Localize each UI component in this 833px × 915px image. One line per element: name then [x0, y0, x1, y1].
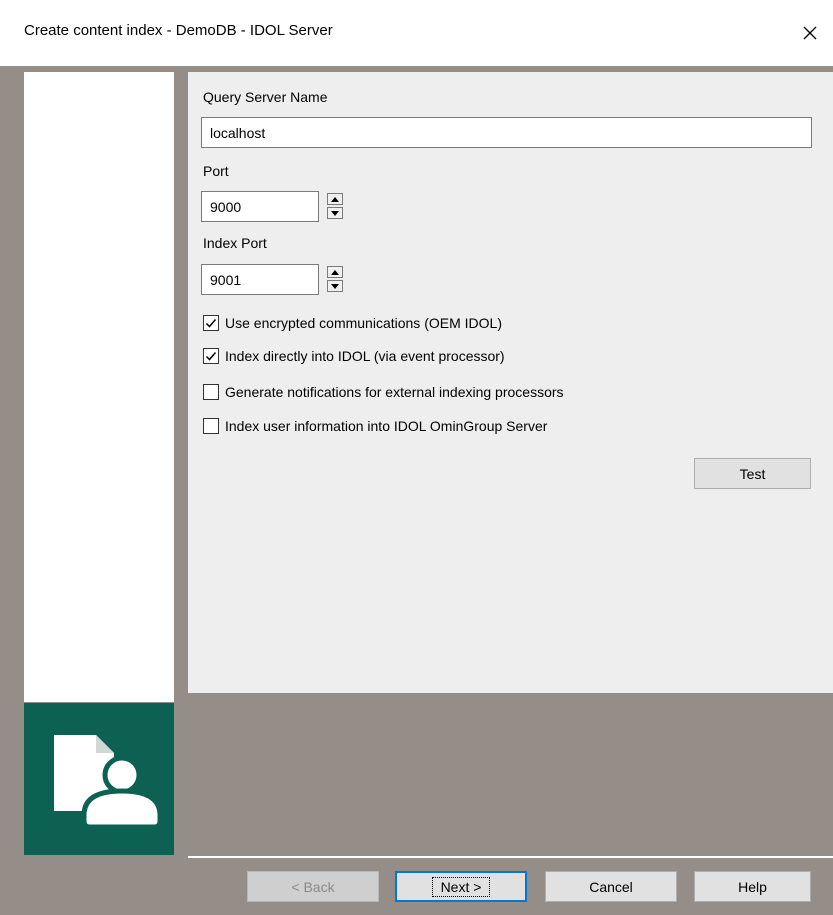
query-server-name-label: Query Server Name	[203, 89, 328, 105]
arrow-up-icon	[331, 269, 339, 275]
checkmark-icon	[205, 352, 217, 361]
checkbox-box[interactable]	[203, 418, 219, 434]
checkbox-box[interactable]	[203, 348, 219, 364]
index-port-spin-up-button[interactable]	[327, 266, 343, 278]
wizard-logo	[24, 703, 174, 855]
checkbox-box[interactable]	[203, 384, 219, 400]
index-port-input[interactable]: 9001	[201, 264, 319, 295]
cancel-button[interactable]: Cancel	[545, 871, 677, 902]
footer-separator	[188, 856, 833, 858]
arrow-down-icon	[331, 210, 339, 216]
arrow-up-icon	[331, 196, 339, 202]
checkbox-box[interactable]	[203, 315, 219, 331]
next-button[interactable]: Next >	[395, 871, 527, 902]
dialog-window: Create content index - DemoDB - IDOL Ser…	[0, 0, 833, 915]
checkbox-label: Index user information into IDOL OminGro…	[225, 418, 548, 434]
port-label: Port	[203, 163, 229, 179]
back-button[interactable]: < Back	[247, 871, 379, 902]
title-bar: Create content index - DemoDB - IDOL Ser…	[0, 0, 833, 66]
arrow-down-icon	[331, 283, 339, 289]
query-server-name-input[interactable]: localhost	[201, 117, 812, 148]
port-spin-up-button[interactable]	[327, 193, 343, 205]
wizard-side-panel	[24, 72, 174, 702]
port-spin-down-button[interactable]	[327, 207, 343, 219]
index-port-label: Index Port	[203, 235, 267, 251]
checkbox-index-user-information[interactable]: Index user information into IDOL OminGro…	[203, 416, 547, 436]
index-port-spinner[interactable]	[327, 266, 343, 292]
checkbox-label: Use encrypted communications (OEM IDOL)	[225, 315, 502, 331]
close-button[interactable]	[787, 10, 833, 56]
test-button[interactable]: Test	[694, 458, 811, 489]
port-input[interactable]: 9000	[201, 191, 319, 222]
document-user-icon	[54, 735, 163, 830]
checkbox-generate-notifications[interactable]: Generate notifications for external inde…	[203, 382, 564, 402]
checkbox-encrypted-communications[interactable]: Use encrypted communications (OEM IDOL)	[203, 313, 502, 333]
checkmark-icon	[205, 319, 217, 328]
next-button-label: Next >	[431, 876, 491, 897]
checkbox-label: Index directly into IDOL (via event proc…	[225, 348, 505, 364]
help-button[interactable]: Help	[694, 871, 811, 902]
close-icon	[803, 26, 817, 40]
window-title: Create content index - DemoDB - IDOL Ser…	[24, 22, 333, 39]
checkbox-index-directly[interactable]: Index directly into IDOL (via event proc…	[203, 346, 505, 366]
checkbox-label: Generate notifications for external inde…	[225, 384, 564, 400]
port-spinner[interactable]	[327, 193, 343, 219]
index-port-spin-down-button[interactable]	[327, 280, 343, 292]
